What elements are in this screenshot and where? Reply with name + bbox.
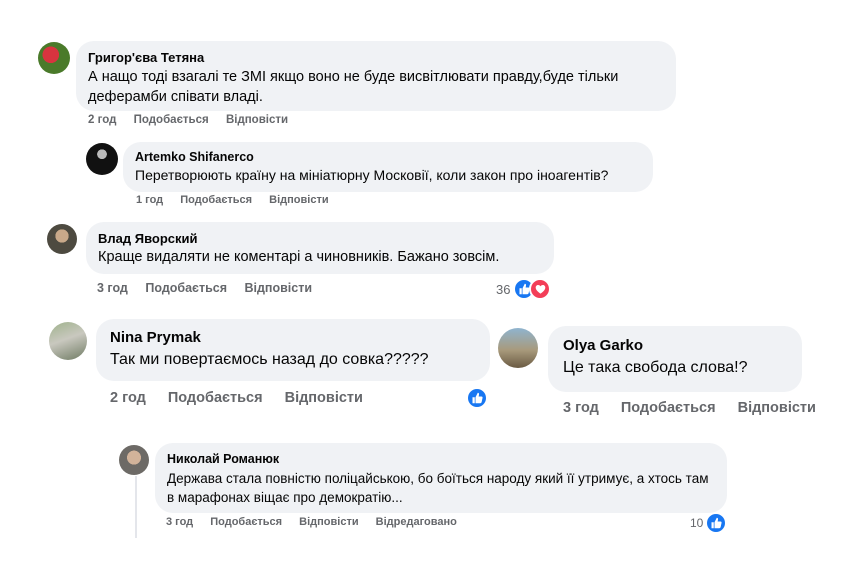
like-button[interactable]: Подобається xyxy=(168,390,263,406)
reply-button[interactable]: Відповісти xyxy=(245,281,313,295)
reply-button[interactable]: Відповісти xyxy=(226,114,288,126)
comment-actions: 3 год Подобається Відповісти xyxy=(97,281,326,295)
reaction-summary[interactable] xyxy=(466,387,488,409)
love-reaction-icon xyxy=(529,278,552,300)
comment-author[interactable]: Olya Garko xyxy=(563,337,787,354)
like-button[interactable]: Подобається xyxy=(134,114,209,126)
comment-time[interactable]: 3 год xyxy=(563,400,599,416)
comment-text: Так ми повертаємось назад до совка????? xyxy=(110,351,429,368)
comment-actions: 3 год Подобається Відповісти xyxy=(563,400,830,416)
like-reaction-icon xyxy=(466,387,488,409)
comment-bubble: Влад Яворский Краще видаляти не коментар… xyxy=(86,222,554,274)
like-button[interactable]: Подобається xyxy=(145,281,227,295)
comment-time[interactable]: 1 год xyxy=(136,194,163,206)
reaction-summary[interactable]: 36 xyxy=(496,278,552,300)
comment-time[interactable]: 2 год xyxy=(110,390,146,406)
avatar[interactable] xyxy=(38,42,70,74)
reply-button[interactable]: Відповісти xyxy=(269,194,328,206)
comment-text: Перетворюють країну на мініатюрну Москов… xyxy=(135,167,609,183)
comment-bubble: Николай Романюк Держава стала повністю п… xyxy=(155,443,727,513)
reply-button[interactable]: Відповісти xyxy=(738,400,816,416)
thread-connector xyxy=(135,476,137,538)
comment-bubble: Olya Garko Це така свобода слова!? xyxy=(548,326,802,392)
edited-label: Відредаговано xyxy=(375,516,457,528)
like-reaction-icon xyxy=(705,512,728,534)
avatar[interactable] xyxy=(119,445,149,475)
reply-button[interactable]: Відповісти xyxy=(299,516,358,528)
comment-actions: 2 год Подобається Відповісти xyxy=(110,390,377,406)
avatar[interactable] xyxy=(47,224,77,254)
comment-text: Це така свобода слова!? xyxy=(563,359,748,376)
comment-bubble: Nina Prymak Так ми повертаємось назад до… xyxy=(96,319,490,381)
comment-time[interactable]: 2 год xyxy=(88,114,116,126)
comment-actions: 2 год Подобається Відповісти xyxy=(88,114,302,126)
comment-time[interactable]: 3 год xyxy=(97,281,128,295)
comment-text: Краще видаляти не коментарі а чиновників… xyxy=(98,249,500,265)
comment-author[interactable]: Artemko Shifanerco xyxy=(135,150,641,164)
reply-button[interactable]: Відповісти xyxy=(285,390,363,406)
comment-actions: 1 год Подобається Відповісти xyxy=(136,194,343,206)
comment-actions: 3 год Подобається Відповісти Відредагова… xyxy=(166,516,471,528)
comment-author[interactable]: Григор'єва Тетяна xyxy=(88,50,664,65)
comment-author[interactable]: Николай Романюк xyxy=(167,452,715,466)
like-button[interactable]: Подобається xyxy=(621,400,716,416)
reaction-summary[interactable]: 10 xyxy=(690,512,728,534)
comment-author[interactable]: Nina Prymak xyxy=(110,329,476,346)
reaction-count: 36 xyxy=(496,281,511,297)
avatar[interactable] xyxy=(498,328,538,368)
comment-bubble: Григор'єва Тетяна А нащо тоді взагалі те… xyxy=(76,41,676,111)
like-button[interactable]: Подобається xyxy=(210,516,282,528)
comment-time[interactable]: 3 год xyxy=(166,516,193,528)
comment-bubble: Artemko Shifanerco Перетворюють країну н… xyxy=(123,142,653,192)
comment-text: А нащо тоді взагалі те ЗМІ якщо воно не … xyxy=(88,69,619,105)
avatar[interactable] xyxy=(49,322,87,360)
avatar[interactable] xyxy=(86,143,118,175)
reaction-count: 10 xyxy=(690,516,704,530)
comment-text: Держава стала повністю поліцайською, бо … xyxy=(167,471,709,505)
comment-author[interactable]: Влад Яворский xyxy=(98,231,542,246)
like-button[interactable]: Подобається xyxy=(180,194,252,206)
